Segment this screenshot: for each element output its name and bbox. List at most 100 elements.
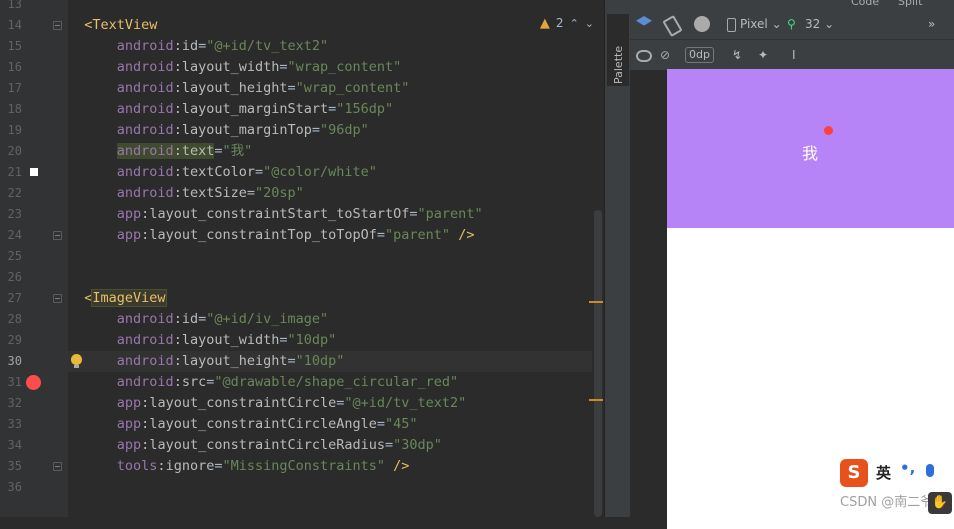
line-number: 24 [7, 228, 22, 242]
api-level-selector[interactable]: 32 ⌄ [805, 9, 834, 39]
code-line[interactable] [68, 246, 598, 267]
gutter-line[interactable]: 21 [0, 162, 68, 183]
line-number: 17 [7, 81, 22, 95]
hand-icon[interactable]: ✋ [928, 492, 952, 514]
code-line[interactable] [68, 0, 598, 15]
gutter-line[interactable]: 25 [0, 246, 68, 267]
code-line[interactable]: <TextView [68, 15, 598, 36]
editor-gutter[interactable]: 13 14 15 16 17 18 19 20 21 22 23 24 25 26 27 28 29 30 31 32… [0, 0, 68, 517]
device-selector[interactable]: Pixel ⌄ [740, 9, 782, 39]
view-options-icon[interactable] [636, 50, 652, 62]
code-line[interactable]: app:layout_constraintCircle="@+id/tv_tex… [68, 393, 598, 414]
code-line[interactable] [68, 267, 598, 288]
gutter-line[interactable]: 29 [0, 330, 68, 351]
code-line[interactable]: app:layout_constraintStart_toStartOf="pa… [68, 204, 598, 225]
gutter-line[interactable]: 27 [0, 288, 68, 309]
intention-bulb-icon[interactable] [71, 354, 82, 368]
attr-value: "30dp" [393, 437, 442, 453]
code-line[interactable]: android:layout_height="10dp" [68, 351, 598, 372]
palette-tab[interactable]: Palette [607, 14, 629, 86]
editor-scrollbar-thumb[interactable] [594, 210, 602, 517]
line-number: 14 [7, 18, 22, 32]
gutter-line[interactable]: 20 [0, 141, 68, 162]
drawable-preview-icon[interactable] [26, 375, 41, 390]
layers-icon[interactable] [636, 16, 652, 26]
code-line[interactable]: android:layout_width="wrap_content" [68, 57, 598, 78]
code-line[interactable]: app:layout_constraintCircleRadius="30dp" [68, 435, 598, 456]
code-line[interactable]: android:layout_marginStart="156dp" [68, 99, 598, 120]
ime-language-toggle[interactable]: 英 [876, 462, 891, 483]
warning-stripe-mark[interactable] [589, 301, 603, 303]
gutter-line[interactable]: 15 [0, 36, 68, 57]
gutter-line[interactable]: 17 [0, 78, 68, 99]
gutter-line[interactable]: 30 [0, 351, 68, 372]
attr-name: layout_width [181, 59, 280, 75]
preview-imageview-red-dot[interactable] [824, 126, 833, 135]
previous-highlight-icon[interactable]: ⌃ [570, 17, 579, 30]
code-area[interactable]: <TextView android:id="@+id/tv_text2" and… [68, 0, 598, 517]
ime-logo-icon[interactable]: S [840, 459, 868, 487]
attr-name: text [181, 143, 215, 159]
guidelines-icon[interactable]: I [792, 40, 796, 70]
night-mode-icon[interactable] [694, 16, 710, 32]
code-line[interactable]: tools:ignore="MissingConstraints" /> [68, 456, 598, 477]
microphone-icon[interactable] [926, 464, 934, 477]
code-line[interactable]: app:layout_constraintTop_toTopOf="parent… [68, 225, 598, 246]
more-tools-button[interactable]: » [928, 9, 935, 39]
code-line[interactable]: android:layout_height="wrap_content" [68, 78, 598, 99]
line-number: 35 [7, 459, 22, 473]
code-line[interactable]: android:textSize="20sp" [68, 183, 598, 204]
gutter-line[interactable]: 18 [0, 99, 68, 120]
fold-toggle-icon[interactable] [53, 231, 62, 240]
code-line[interactable]: android:id="@+id/tv_text2" [68, 36, 598, 57]
code-line[interactable]: android:layout_marginTop="96dp" [68, 120, 598, 141]
code-line[interactable]: <ImageView [68, 288, 598, 309]
fold-toggle-icon[interactable] [53, 21, 62, 30]
gutter-line[interactable]: 16 [0, 57, 68, 78]
gutter-line[interactable]: 14 [0, 15, 68, 36]
code-line[interactable]: android:id="@+id/iv_image" [68, 309, 598, 330]
gutter-line[interactable]: 28 [0, 309, 68, 330]
gutter-line[interactable]: 23 [0, 204, 68, 225]
line-number: 28 [7, 312, 22, 326]
code-line[interactable] [68, 477, 598, 498]
inspections-widget[interactable]: ▲ 2 ⌃ ⌄ [540, 13, 594, 33]
clear-constraints-icon[interactable]: ↯ [732, 40, 742, 70]
preview-textview[interactable]: 我 [802, 140, 818, 164]
code-line[interactable]: app:layout_constraintCircleAngle="45" [68, 414, 598, 435]
ime-toolbar[interactable]: S 英 •, [838, 457, 954, 489]
gutter-line[interactable]: 13 [0, 0, 68, 15]
attr-name: id [181, 311, 199, 327]
orientation-icon[interactable] [662, 14, 683, 38]
ime-punctuation-toggle[interactable]: •, [900, 459, 915, 477]
gutter-line[interactable]: 26 [0, 267, 68, 288]
autoconnect-icon[interactable]: ⊘ [660, 40, 670, 70]
gutter-line[interactable]: 36 [0, 477, 68, 498]
color-swatch-icon[interactable] [30, 168, 38, 176]
infer-constraints-icon[interactable]: ✦ [758, 40, 768, 70]
attr-name: textSize [181, 185, 247, 201]
warning-stripe-mark[interactable] [589, 399, 603, 401]
gutter-line[interactable]: 35 [0, 456, 68, 477]
gutter-line[interactable]: 22 [0, 183, 68, 204]
fold-toggle-icon[interactable] [53, 462, 62, 471]
line-number: 22 [7, 186, 22, 200]
code-editor[interactable]: 13 14 15 16 17 18 19 20 21 22 23 24 25 26 27 28 29 30 31 32… [0, 0, 604, 517]
code-line[interactable]: android:textColor="@color/white" [68, 162, 598, 183]
fold-toggle-icon[interactable] [53, 294, 62, 303]
gutter-line[interactable]: 33 [0, 414, 68, 435]
gutter-line[interactable]: 24 [0, 225, 68, 246]
attr-name: layout_marginTop [181, 122, 312, 138]
design-panel[interactable]: Code Split Pixel ⌄ ⚲ 32 ⌄ » ⊘ 0dp ↯ ✦ I … [630, 0, 954, 529]
code-line[interactable]: android:layout_width="10dp" [68, 330, 598, 351]
code-view-tab[interactable]: Code [851, 0, 879, 8]
code-line[interactable]: android:src="@drawable/shape_circular_re… [68, 372, 598, 393]
default-margin-field[interactable]: 0dp [685, 47, 714, 63]
gutter-line[interactable]: 34 [0, 435, 68, 456]
code-line[interactable]: android:text="我" [68, 141, 598, 162]
gutter-line[interactable]: 32 [0, 393, 68, 414]
gutter-line[interactable]: 31 [0, 372, 68, 393]
xml-tag: <TextView [84, 17, 158, 33]
split-view-tab[interactable]: Split [898, 0, 922, 8]
gutter-line[interactable]: 19 [0, 120, 68, 141]
